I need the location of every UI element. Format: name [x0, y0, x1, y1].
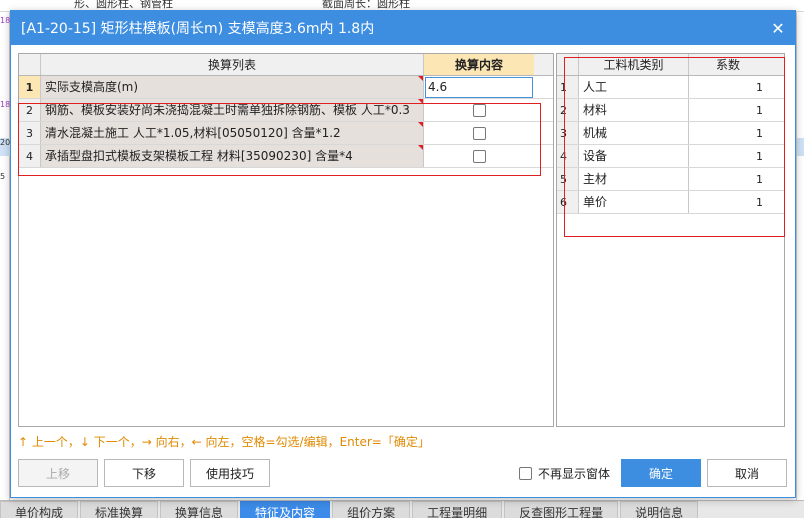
table-row[interactable]: 1 人工 1 [557, 76, 784, 99]
row-number: 6 [557, 191, 579, 213]
bottom-tab-bar: 单价构成 标准换算 换算信息 特征及内容 组价方案 工程量明细 反查图形工程量 … [0, 500, 804, 518]
bg-selected-row: 20 [0, 138, 10, 156]
dialog-title: [A1-20-15] 矩形柱模板(周长m) 支模高度3.6m内 1.8内 [21, 21, 375, 37]
marker-icon [418, 145, 423, 150]
column-header-content: 换算内容 [424, 54, 534, 75]
tab-features[interactable]: 特征及内容 [240, 501, 331, 518]
coefficient-value[interactable]: 1 [689, 191, 767, 213]
table-row[interactable]: 4 承插型盘扣式模板支架模板工程 材料[35090230] 含量*4 [19, 145, 553, 168]
grid-header: 工料机类别 系数 [557, 54, 784, 76]
conversion-checkbox[interactable] [472, 103, 486, 117]
resource-type: 主材 [579, 168, 689, 190]
conversion-value-cell: 4.6 [424, 76, 534, 98]
ok-button[interactable]: 确定 [621, 459, 701, 487]
keyboard-hint: ↑ 上一个，↓ 下一个，→ 向右，← 向左，空格=勾选/编辑，Enter=「确定… [18, 435, 430, 449]
conversion-checkbox[interactable] [472, 126, 486, 140]
row-number: 3 [557, 122, 579, 144]
conversion-value-cell [424, 99, 534, 121]
marker-icon [418, 99, 423, 104]
tips-button[interactable]: 使用技巧 [190, 459, 270, 487]
move-up-button[interactable]: 上移 [18, 459, 98, 487]
tab-pricing-plan[interactable]: 组价方案 [332, 501, 411, 518]
row-number: 5 [557, 168, 579, 190]
background-right-edge [796, 12, 804, 500]
coefficient-value[interactable]: 1 [689, 168, 767, 190]
cancel-button[interactable]: 取消 [707, 459, 787, 487]
background-row-gutter: 18 18 20 5 [0, 12, 10, 500]
no-show-option[interactable]: 不再显示窗体 [519, 465, 610, 482]
tab-standard-conversion[interactable]: 标准换算 [80, 501, 159, 518]
bg-row-mark: 18 [0, 16, 11, 25]
tab-reverse-lookup[interactable]: 反查图形工程量 [504, 501, 619, 518]
tab-quantity-detail[interactable]: 工程量明细 [412, 501, 503, 518]
table-row[interactable]: 3 清水混凝土施工 人工*1.05,材料[05050120] 含量*1.2 [19, 122, 553, 145]
move-down-button[interactable]: 下移 [104, 459, 184, 487]
no-show-checkbox[interactable] [519, 467, 532, 480]
row-number: 1 [557, 76, 579, 98]
support-height-input[interactable]: 4.6 [425, 76, 533, 98]
resource-type: 机械 [579, 122, 689, 144]
column-header-coef: 系数 [715, 58, 740, 72]
row-number: 4 [557, 145, 579, 167]
column-header-type: 工料机类别 [579, 54, 689, 75]
coefficient-value[interactable]: 1 [689, 122, 767, 144]
tab-unit-price[interactable]: 单价构成 [0, 501, 79, 518]
conversion-list-grid: 换算列表 换算内容 1 实际支模高度(m) 4.6 2 钢筋、模板安装好尚未浇捣… [18, 53, 554, 427]
row-number-header [19, 54, 41, 75]
row-number: 4 [19, 145, 41, 167]
table-row[interactable]: 4 设备 1 [557, 145, 784, 168]
table-row[interactable]: 5 主材 1 [557, 168, 784, 191]
table-row[interactable]: 1 实际支模高度(m) 4.6 [19, 76, 553, 99]
resource-type: 材料 [579, 99, 689, 121]
row-number: 2 [19, 99, 41, 121]
bg-row-mark: 18 [0, 100, 11, 109]
table-row[interactable]: 6 单价 1 [557, 191, 784, 214]
resource-type: 人工 [579, 76, 689, 98]
conversion-dialog: [A1-20-15] 矩形柱模板(周长m) 支模高度3.6m内 1.8内 ✕ 换… [10, 10, 796, 498]
row-number: 2 [557, 99, 579, 121]
tab-conversion-info[interactable]: 换算信息 [160, 501, 239, 518]
table-row[interactable]: 2 材料 1 [557, 99, 784, 122]
conversion-name: 实际支模高度(m) [41, 76, 424, 98]
coefficient-value[interactable]: 1 [689, 145, 767, 167]
marker-icon [418, 76, 423, 81]
close-icon[interactable]: ✕ [761, 11, 795, 45]
conversion-name: 钢筋、模板安装好尚未浇捣混凝土时需单独拆除钢筋、模板 人工*0.3 [41, 99, 424, 121]
grid-header: 换算列表 换算内容 [19, 54, 553, 76]
dialog-titlebar: [A1-20-15] 矩形柱模板(周长m) 支模高度3.6m内 1.8内 ✕ [11, 11, 795, 45]
coefficient-grid: 工料机类别 系数 1 人工 1 2 材料 1 3 机械 1 4 设备 1 5 主… [556, 53, 785, 427]
conversion-value-cell [424, 122, 534, 144]
coefficient-value[interactable]: 1 [689, 99, 767, 121]
resource-type: 设备 [579, 145, 689, 167]
column-header-list: 换算列表 [41, 54, 424, 75]
row-number: 1 [19, 76, 41, 98]
table-row[interactable]: 2 钢筋、模板安装好尚未浇捣混凝土时需单独拆除钢筋、模板 人工*0.3 [19, 99, 553, 122]
marker-icon [418, 122, 423, 127]
coefficient-value[interactable]: 1 [689, 76, 767, 98]
conversion-value-cell [424, 145, 534, 167]
resource-type: 单价 [579, 191, 689, 213]
conversion-name: 承插型盘扣式模板支架模板工程 材料[35090230] 含量*4 [41, 145, 424, 167]
bg-row-mark: 5 [0, 172, 6, 181]
tab-description[interactable]: 说明信息 [620, 501, 699, 518]
table-row[interactable]: 3 机械 1 [557, 122, 784, 145]
no-show-label: 不再显示窗体 [538, 467, 611, 481]
conversion-name: 清水混凝土施工 人工*1.05,材料[05050120] 含量*1.2 [41, 122, 424, 144]
row-number-header [557, 54, 579, 75]
conversion-checkbox[interactable] [472, 149, 486, 163]
row-number: 3 [19, 122, 41, 144]
